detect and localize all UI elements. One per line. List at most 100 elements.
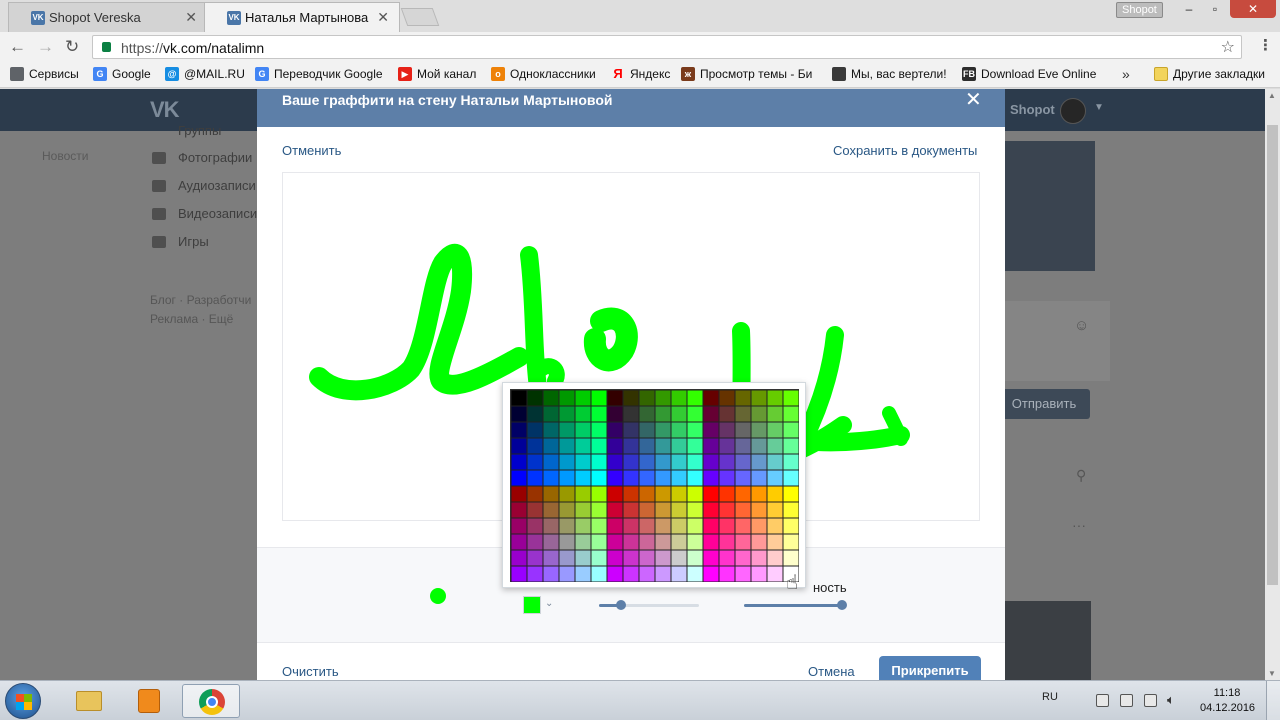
palette-color-swatch[interactable]: [543, 406, 559, 422]
palette-color-swatch[interactable]: [527, 550, 543, 566]
palette-color-swatch[interactable]: [671, 566, 687, 582]
palette-color-swatch[interactable]: [751, 566, 767, 582]
palette-color-swatch[interactable]: [719, 550, 735, 566]
palette-color-swatch[interactable]: [511, 438, 527, 454]
palette-color-swatch[interactable]: [735, 550, 751, 566]
sidebar-item-audio[interactable]: Аудиозаписи: [178, 178, 256, 193]
palette-color-swatch[interactable]: [703, 422, 719, 438]
palette-color-swatch[interactable]: [559, 454, 575, 470]
palette-color-swatch[interactable]: [767, 502, 783, 518]
palette-color-swatch[interactable]: [751, 518, 767, 534]
palette-color-swatch[interactable]: [687, 422, 703, 438]
palette-color-swatch[interactable]: [591, 422, 607, 438]
palette-color-swatch[interactable]: [511, 422, 527, 438]
palette-color-swatch[interactable]: [671, 486, 687, 502]
palette-color-swatch[interactable]: [751, 390, 767, 406]
palette-color-swatch[interactable]: [527, 406, 543, 422]
palette-color-swatch[interactable]: [543, 422, 559, 438]
palette-color-swatch[interactable]: [591, 566, 607, 582]
bookmark-my-vas-verteli[interactable]: Мы, вас вертели!: [832, 67, 947, 81]
palette-color-swatch[interactable]: [511, 470, 527, 486]
palette-color-swatch[interactable]: [623, 422, 639, 438]
palette-color-swatch[interactable]: [527, 470, 543, 486]
palette-color-swatch[interactable]: [607, 502, 623, 518]
palette-color-swatch[interactable]: [623, 390, 639, 406]
palette-color-swatch[interactable]: [575, 518, 591, 534]
cancel-link[interactable]: Отменить: [282, 143, 341, 158]
palette-color-swatch[interactable]: [511, 566, 527, 582]
color-picker-button[interactable]: [523, 596, 541, 614]
volume-icon[interactable]: 🔈︎: [1167, 692, 1175, 708]
palette-color-swatch[interactable]: [767, 454, 783, 470]
bookmark-forum-topic[interactable]: ж Просмотр темы - Би: [681, 67, 812, 81]
maximize-button[interactable]: ▫: [1202, 0, 1228, 18]
palette-color-swatch[interactable]: [783, 550, 799, 566]
bookmark-eve-online[interactable]: FB Download Eve Online: [962, 67, 1096, 81]
palette-color-swatch[interactable]: [607, 518, 623, 534]
palette-color-swatch[interactable]: [639, 454, 655, 470]
palette-color-swatch[interactable]: [607, 406, 623, 422]
palette-color-swatch[interactable]: [703, 390, 719, 406]
page-scrollbar[interactable]: ▲ ▼: [1265, 89, 1280, 680]
palette-color-swatch[interactable]: [671, 518, 687, 534]
palette-color-swatch[interactable]: [527, 390, 543, 406]
palette-color-swatch[interactable]: [655, 406, 671, 422]
palette-color-swatch[interactable]: [623, 406, 639, 422]
palette-color-swatch[interactable]: [559, 566, 575, 582]
palette-color-swatch[interactable]: [671, 550, 687, 566]
palette-color-swatch[interactable]: [575, 422, 591, 438]
bookmark-my-channel[interactable]: ▶ Мой канал: [398, 67, 476, 81]
palette-color-swatch[interactable]: [719, 406, 735, 422]
palette-color-swatch[interactable]: [783, 518, 799, 534]
palette-color-swatch[interactable]: [767, 486, 783, 502]
palette-color-swatch[interactable]: [607, 534, 623, 550]
more-dots-icon[interactable]: ···: [1072, 517, 1086, 533]
scroll-down-icon[interactable]: ▼: [1268, 669, 1276, 678]
palette-color-swatch[interactable]: [559, 438, 575, 454]
palette-color-swatch[interactable]: [767, 518, 783, 534]
palette-color-swatch[interactable]: [511, 534, 527, 550]
palette-color-swatch[interactable]: [591, 454, 607, 470]
palette-color-swatch[interactable]: [591, 534, 607, 550]
palette-color-swatch[interactable]: [687, 518, 703, 534]
other-bookmarks[interactable]: Другие закладки: [1154, 67, 1265, 81]
opacity-knob[interactable]: [837, 600, 847, 610]
palette-color-swatch[interactable]: [767, 534, 783, 550]
palette-color-swatch[interactable]: [527, 566, 543, 582]
palette-color-swatch[interactable]: [703, 502, 719, 518]
palette-color-swatch[interactable]: [527, 454, 543, 470]
palette-color-swatch[interactable]: [623, 550, 639, 566]
palette-color-swatch[interactable]: [783, 534, 799, 550]
minimize-button[interactable]: –: [1176, 0, 1202, 18]
palette-color-swatch[interactable]: [655, 470, 671, 486]
palette-color-swatch[interactable]: [559, 518, 575, 534]
palette-color-swatch[interactable]: [591, 438, 607, 454]
window-close-button[interactable]: ✕: [1230, 0, 1276, 18]
palette-color-swatch[interactable]: [607, 486, 623, 502]
footer-links-blog[interactable]: Блог · Разработчи: [150, 293, 251, 307]
vk-user-name[interactable]: Shopot: [1010, 102, 1055, 117]
bookmark-mailru[interactable]: @ @MAIL.RU: [165, 67, 245, 81]
palette-color-swatch[interactable]: [591, 518, 607, 534]
palette-color-swatch[interactable]: [591, 502, 607, 518]
palette-color-swatch[interactable]: [543, 566, 559, 582]
tab-shopot-vereska[interactable]: VK Shopot Vereska ✕: [8, 2, 208, 32]
palette-color-swatch[interactable]: [687, 406, 703, 422]
palette-color-swatch[interactable]: [655, 550, 671, 566]
palette-color-swatch[interactable]: [559, 406, 575, 422]
close-tab-icon[interactable]: ✕: [185, 9, 197, 26]
palette-color-swatch[interactable]: [751, 454, 767, 470]
clear-link[interactable]: Очистить: [282, 664, 339, 679]
palette-color-swatch[interactable]: [543, 470, 559, 486]
bookmark-yandex[interactable]: Я Яндекс: [611, 67, 670, 82]
palette-color-swatch[interactable]: [751, 406, 767, 422]
forward-arrow-icon[interactable]: →: [37, 38, 54, 56]
palette-color-swatch[interactable]: [687, 566, 703, 582]
taskbar-media-player[interactable]: [120, 684, 178, 718]
palette-color-swatch[interactable]: [607, 438, 623, 454]
palette-color-swatch[interactable]: [671, 422, 687, 438]
footer-links-ads[interactable]: Реклама · Ещё: [150, 312, 233, 326]
tray-flag-icon[interactable]: [1144, 694, 1157, 707]
new-tab-button[interactable]: [400, 8, 440, 26]
palette-color-swatch[interactable]: [687, 534, 703, 550]
